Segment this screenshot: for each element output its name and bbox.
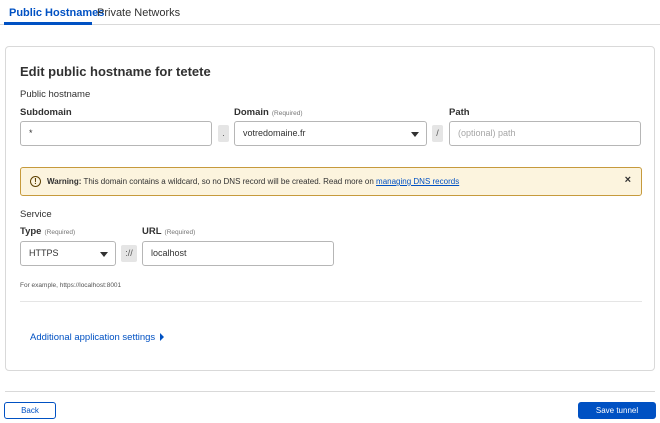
tab-private-networks[interactable]: Private Networks <box>97 7 180 19</box>
back-button[interactable]: Back <box>4 402 56 419</box>
domain-value: votredomaine.fr <box>243 128 306 138</box>
page-title: Edit public hostname for tetete <box>20 64 211 79</box>
close-icon[interactable]: × <box>625 174 631 186</box>
save-tunnel-button[interactable]: Save tunnel <box>578 402 656 419</box>
additional-settings-toggle[interactable]: Additional application settings <box>30 332 165 343</box>
path-input[interactable]: (optional) path <box>449 121 641 146</box>
tab-public-hostnames[interactable]: Public Hostnames <box>9 7 104 19</box>
chevron-down-icon <box>411 132 419 137</box>
type-select[interactable]: HTTPS <box>20 241 116 266</box>
service-label: Service <box>20 209 52 220</box>
chevron-right-icon <box>160 333 165 342</box>
divider <box>20 301 642 302</box>
scheme-separator: :// <box>121 245 137 262</box>
exclamation-circle-icon: ! <box>30 176 41 187</box>
footer-divider <box>5 391 655 392</box>
type-value: HTTPS <box>29 248 59 258</box>
tab-bar: Public Hostnames Private Networks <box>0 0 660 25</box>
warning-text: Warning: This domain contains a wildcard… <box>47 177 460 186</box>
domain-select[interactable]: votredomaine.fr <box>234 121 427 146</box>
dot-separator: . <box>218 125 229 142</box>
type-label: Type (Required) <box>20 226 76 237</box>
url-label: URL (Required) <box>142 226 196 237</box>
domain-label: Domain (Required) <box>234 107 303 118</box>
url-example-hint: For example, https://localhost:8001 <box>20 282 122 289</box>
managing-dns-records-link[interactable]: managing DNS records <box>376 177 459 186</box>
url-input[interactable]: localhost <box>142 241 334 266</box>
path-label: Path <box>449 107 470 118</box>
wildcard-warning-banner: ! Warning: This domain contains a wildca… <box>20 167 642 196</box>
active-tab-indicator <box>4 22 92 25</box>
subdomain-label: Subdomain <box>20 107 72 118</box>
public-hostname-label: Public hostname <box>20 89 91 100</box>
edit-hostname-card: Edit public hostname for tetete Public h… <box>5 46 655 371</box>
chevron-down-icon <box>100 252 108 257</box>
slash-separator: / <box>432 125 443 142</box>
subdomain-input[interactable]: * <box>20 121 212 146</box>
